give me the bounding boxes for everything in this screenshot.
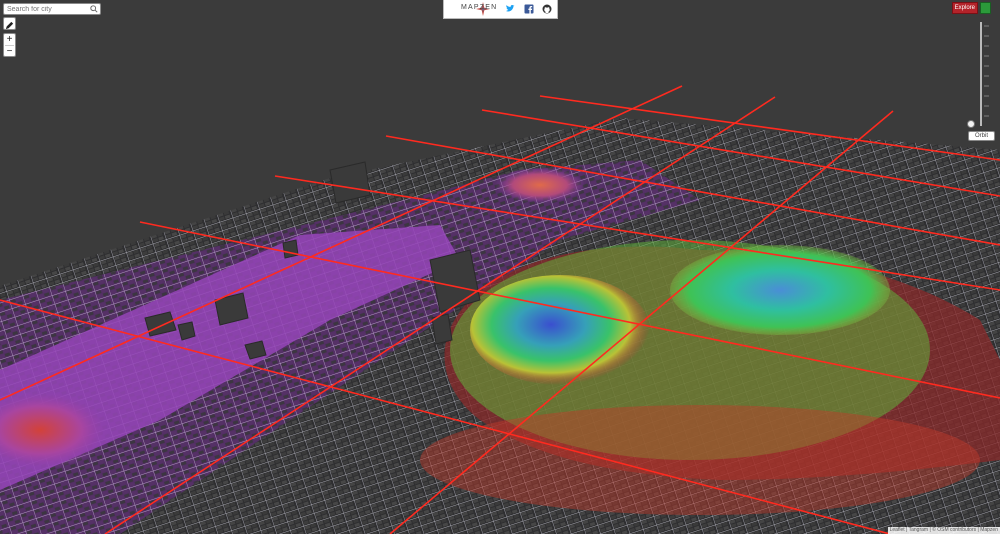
zoom-control[interactable]: + − bbox=[3, 33, 16, 57]
search-input[interactable] bbox=[4, 4, 91, 14]
toggle-button[interactable] bbox=[980, 2, 991, 14]
zoom-out-button[interactable]: − bbox=[4, 46, 15, 57]
facebook-icon[interactable] bbox=[524, 4, 534, 14]
tilt-slider-track[interactable] bbox=[980, 22, 982, 126]
slider-ticks bbox=[984, 25, 989, 117]
tilt-slider-knob[interactable] bbox=[967, 120, 975, 128]
mapzen-logo-text: MAPZEN bbox=[461, 4, 498, 11]
edit-button[interactable] bbox=[3, 17, 16, 30]
orbit-button[interactable]: Orbit bbox=[968, 131, 995, 141]
map-attribution[interactable]: Leaflet | Tangram | © OSM contributors |… bbox=[887, 527, 1000, 534]
explore-button[interactable]: Explore bbox=[951, 2, 978, 14]
hill-red-bottom bbox=[420, 405, 980, 515]
share-bar: MAPZEN bbox=[443, 0, 558, 19]
map-canvas[interactable] bbox=[0, 0, 1000, 534]
twin-peaks-hill bbox=[495, 167, 585, 203]
search-icon[interactable] bbox=[90, 5, 98, 13]
github-icon[interactable] bbox=[542, 4, 552, 14]
lake-blue-left bbox=[470, 275, 650, 385]
search-box[interactable] bbox=[3, 3, 101, 15]
pencil-icon[interactable] bbox=[4, 20, 15, 31]
zoom-in-button[interactable]: + bbox=[4, 34, 15, 45]
lake-blue-right bbox=[670, 245, 890, 335]
twitter-icon[interactable] bbox=[505, 4, 515, 14]
